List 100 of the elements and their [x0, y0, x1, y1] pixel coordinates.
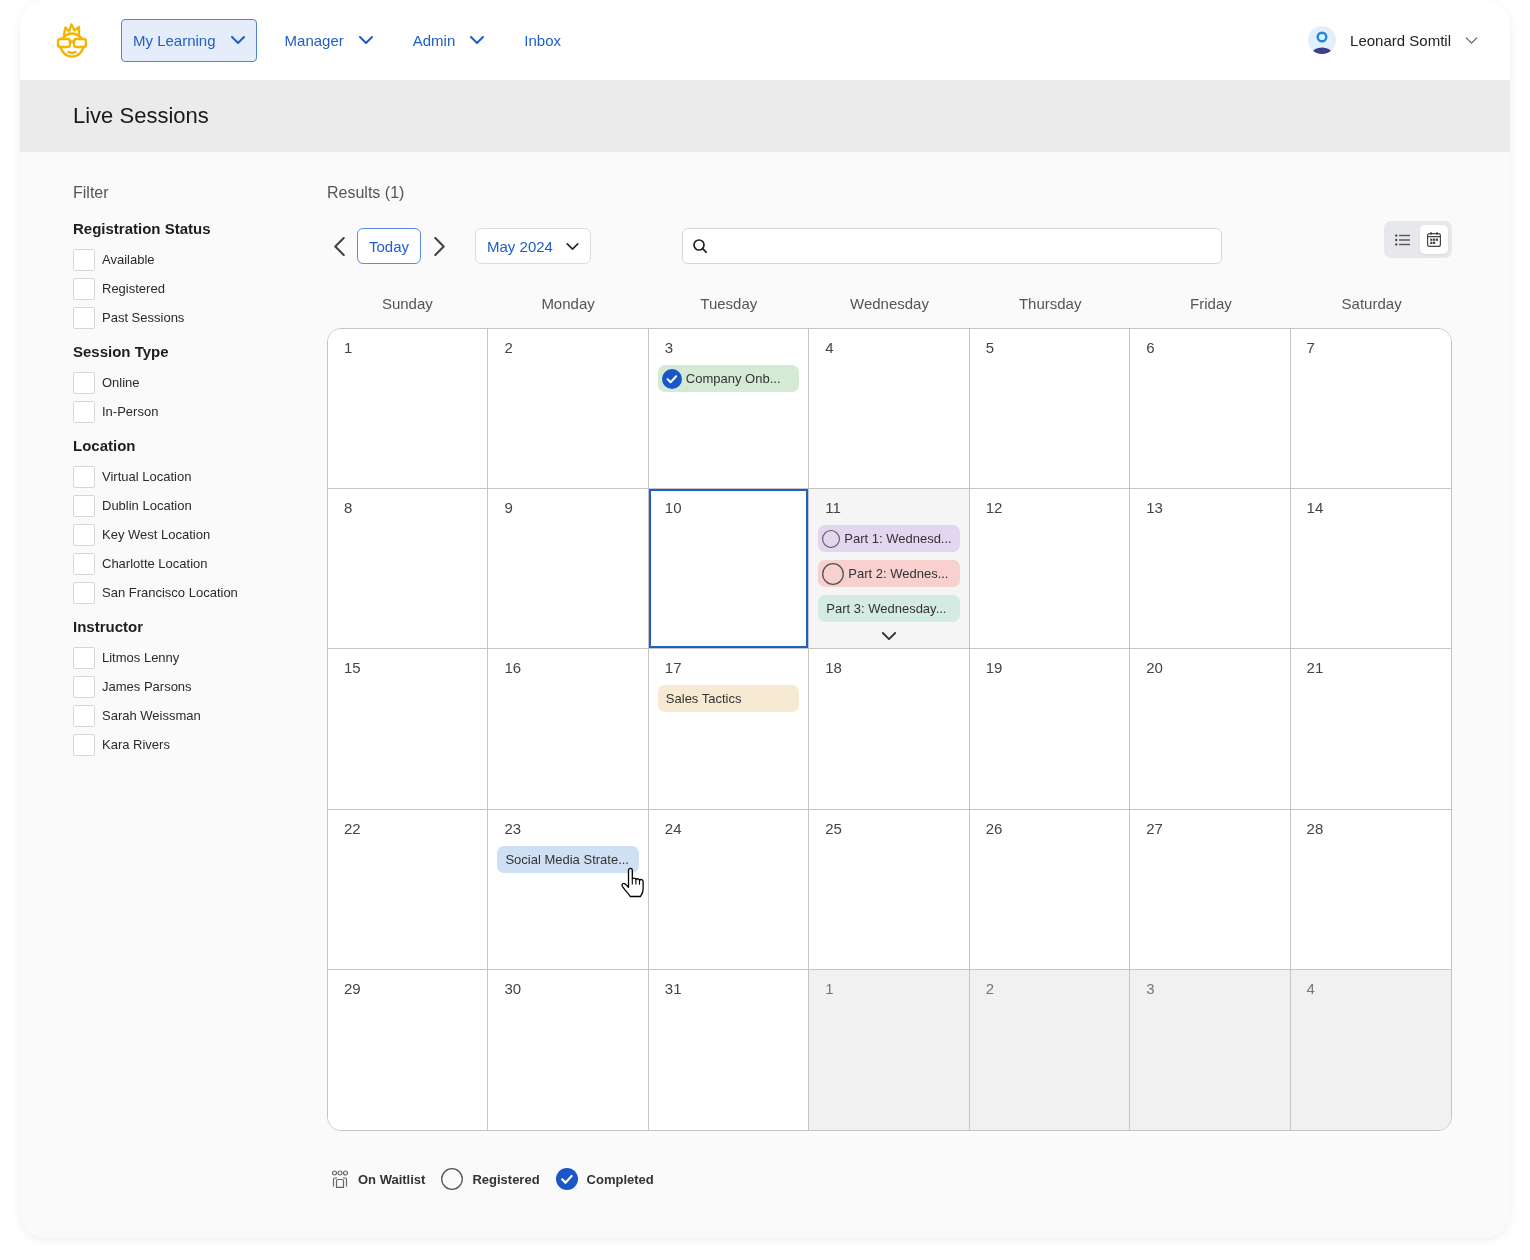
checkbox-label[interactable]: In-Person	[102, 404, 159, 419]
calendar-day-cell[interactable]: 12	[969, 489, 1131, 650]
calendar-day-cell[interactable]: 8	[328, 489, 489, 650]
calendar-day-cell[interactable]: 11 Part 1: Wednesd... Part 2: Wednes... Part 3: Wednesday...	[809, 489, 970, 650]
filter-group-title: Location	[73, 436, 136, 456]
calendar-day-cell[interactable]: 2	[969, 969, 1131, 1130]
calendar-day-cell[interactable]: 23 Social Media Strate...	[488, 809, 649, 970]
nav-menu-button[interactable]: My Learning	[121, 18, 257, 62]
checkbox-label[interactable]: Past Sessions	[102, 310, 185, 325]
calendar-day-cell[interactable]: 22	[328, 809, 489, 970]
day-number: 1	[824, 978, 834, 999]
user-name[interactable]: Leonard Somtil	[1350, 31, 1451, 49]
day-number: 24	[663, 818, 682, 839]
chevron-left-icon[interactable]	[334, 236, 345, 256]
calendar-day-cell[interactable]: 1	[328, 329, 489, 490]
day-number: 23	[503, 818, 522, 839]
nav-menu-button[interactable]: Inbox	[512, 18, 573, 62]
event-chip[interactable]: Part 3: Wednesday...	[818, 595, 960, 623]
chevron-right-icon[interactable]	[434, 236, 446, 256]
calendar-day-cell[interactable]: 26	[969, 809, 1131, 970]
day-number: 25	[824, 818, 842, 839]
calendar-day-cell[interactable]: 20	[1130, 649, 1291, 810]
calendar-day-cell[interactable]: 1	[809, 969, 970, 1130]
checkbox[interactable]	[73, 523, 95, 546]
calendar-day-cell[interactable]: 4	[1290, 969, 1451, 1130]
checkbox-label[interactable]: Litmos Lenny	[102, 650, 180, 665]
checkbox-label[interactable]: Sarah Weissman	[102, 708, 201, 723]
weekday-label: Saturday	[1341, 294, 1402, 314]
day-number: 21	[1305, 658, 1324, 679]
checkbox-label[interactable]: James Parsons	[102, 679, 192, 694]
checkbox[interactable]	[73, 494, 95, 517]
checkbox-label[interactable]: Key West Location	[102, 527, 211, 542]
calendar-view-button[interactable]	[1420, 225, 1448, 254]
calendar-day-cell[interactable]: 13	[1130, 489, 1291, 650]
legend-label: Completed	[586, 1171, 654, 1187]
event-chip[interactable]: Part 2: Wednes...	[818, 560, 960, 588]
nav-menu-button[interactable]: Admin	[400, 18, 497, 62]
calendar-day-cell[interactable]: 25	[809, 809, 970, 970]
empty-circle-icon	[822, 562, 845, 585]
search-field[interactable]	[682, 228, 1223, 264]
today-button[interactable]: Today	[357, 228, 422, 264]
checkbox-label[interactable]: Online	[102, 375, 140, 390]
avatar-icon[interactable]	[1308, 26, 1337, 54]
calendar-day-cell[interactable]: 4	[809, 329, 970, 490]
checkbox[interactable]	[73, 277, 95, 300]
calendar-day-cell[interactable]: 15	[328, 649, 489, 810]
calendar-day-cell[interactable]: 6	[1130, 329, 1291, 490]
checkbox[interactable]	[73, 306, 95, 329]
calendar-icon	[1427, 232, 1441, 247]
event-chip[interactable]: Company Onb...	[657, 365, 800, 392]
calendar-day-cell[interactable]: 9	[488, 489, 649, 650]
day-number: 11	[824, 498, 841, 519]
calendar-day-cell[interactable]: 24	[648, 809, 810, 970]
checkbox[interactable]	[73, 552, 95, 575]
calendar-day-cell[interactable]: 27	[1130, 809, 1291, 970]
calendar-day-cell[interactable]: 7	[1290, 329, 1451, 490]
checkbox[interactable]	[73, 400, 95, 423]
people-icon	[331, 1170, 349, 1188]
checkbox-label[interactable]: Registered	[102, 281, 165, 296]
filter-group-title: Registration Status	[73, 219, 211, 239]
checkbox-label[interactable]: Virtual Location	[102, 469, 192, 484]
calendar-day-cell[interactable]: 3	[1130, 969, 1291, 1130]
checkbox[interactable]	[73, 646, 95, 669]
checkbox[interactable]	[73, 465, 95, 488]
checkbox[interactable]	[73, 704, 95, 727]
event-chip[interactable]: Sales Tactics	[657, 685, 800, 713]
glasses-face-logo[interactable]	[55, 22, 89, 58]
legend-label: On Waitlist	[358, 1171, 426, 1187]
calendar-day-cell[interactable]: 10	[648, 489, 810, 650]
filter-heading: Filter	[73, 183, 109, 203]
checkbox[interactable]	[73, 675, 95, 698]
month-dropdown[interactable]: May 2024	[475, 228, 592, 264]
calendar-day-cell[interactable]: 17 Sales Tactics	[648, 649, 810, 810]
day-number: 9	[503, 498, 513, 519]
calendar-day-cell[interactable]: 3 Company Onb...	[648, 329, 810, 490]
checkbox[interactable]	[73, 581, 95, 604]
checkbox[interactable]	[73, 248, 95, 271]
checkbox[interactable]	[73, 371, 95, 394]
weekday-label: Monday	[541, 294, 595, 314]
day-number: 19	[984, 658, 1003, 679]
checkbox-label[interactable]: Kara Rivers	[102, 737, 170, 752]
day-number: 4	[824, 338, 834, 358]
calendar-day-cell[interactable]: 19	[969, 649, 1131, 810]
calendar-day-cell[interactable]: 18	[809, 649, 970, 810]
checkbox[interactable]	[73, 733, 95, 756]
filter-group-title: Instructor	[73, 617, 143, 637]
weekday-label: Thursday	[1018, 294, 1082, 314]
calendar-day-cell[interactable]: 2	[488, 329, 649, 490]
day-number: 28	[1305, 818, 1324, 839]
checkbox-label[interactable]: San Francisco Location	[102, 585, 238, 600]
day-number: 4	[1305, 978, 1315, 999]
calendar-day-cell[interactable]: 5	[969, 329, 1131, 490]
event-chip[interactable]: Part 1: Wednesd...	[818, 525, 960, 553]
checkbox-label[interactable]: Available	[102, 252, 155, 267]
nav-menu-button[interactable]: Manager	[272, 18, 385, 62]
checkbox-label[interactable]: Charlotte Location	[102, 556, 208, 571]
chevron-down-icon[interactable]	[879, 632, 899, 641]
calendar-day-cell[interactable]: 29	[328, 969, 489, 1130]
checkbox-label[interactable]: Dublin Location	[102, 498, 192, 513]
calendar-day-cell[interactable]: 16	[488, 649, 649, 810]
